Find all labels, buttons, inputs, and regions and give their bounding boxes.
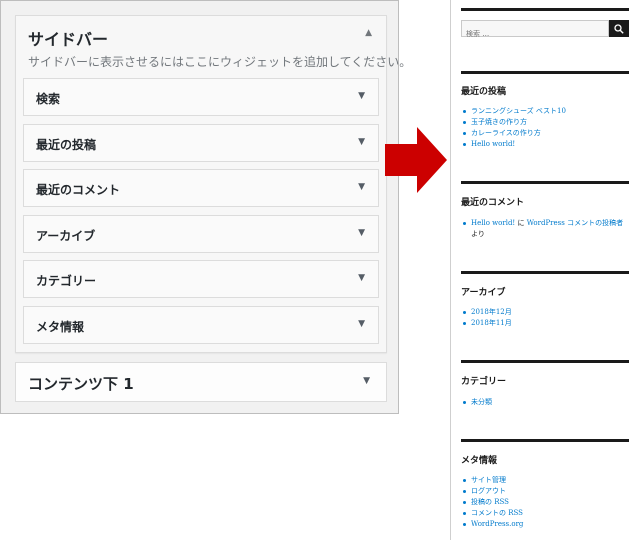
meta-list: サイト管理 ログアウト 投稿の RSS コメントの RSS WordPress.…	[461, 475, 633, 530]
expand-down-icon[interactable]: ▼	[358, 273, 365, 283]
widget-title: 最近の投稿	[36, 138, 97, 152]
list-item[interactable]: WordPress.org	[461, 519, 633, 530]
search-button[interactable]	[609, 20, 629, 37]
widget-title: メタ情報	[36, 320, 85, 334]
list-item: Hello world! に WordPress コメントの投稿者 より	[461, 218, 629, 240]
meta-title: メタ情報	[461, 456, 498, 466]
widget-categories[interactable]: カテゴリー ▼	[23, 260, 379, 298]
widget-recent-comments[interactable]: 最近のコメント ▼	[23, 169, 379, 207]
post-link[interactable]: Hello world!	[471, 140, 515, 148]
post-link[interactable]: ランニングシューズ ベスト10	[471, 107, 566, 115]
widget-title: 検索	[36, 92, 61, 106]
recent-posts-title: 最近の投稿	[461, 87, 507, 97]
widget-recent-posts[interactable]: 最近の投稿 ▼	[23, 124, 379, 162]
meta-link[interactable]: WordPress.org	[471, 520, 523, 528]
categories-title: カテゴリー	[461, 377, 507, 387]
collapse-up-icon[interactable]: ▲	[365, 28, 372, 38]
categories-list: 未分類	[461, 397, 633, 408]
meta-link[interactable]: ログアウト	[471, 487, 506, 495]
comment-post-link[interactable]: Hello world!	[471, 219, 515, 227]
widget-meta[interactable]: メタ情報 ▼	[23, 306, 379, 344]
widget-title: カテゴリー	[36, 274, 97, 288]
widget-title: 最近のコメント	[36, 183, 121, 197]
comment-connector: に	[515, 219, 527, 227]
post-link[interactable]: カレーライスの作り方	[471, 129, 541, 137]
list-item[interactable]: 2018年12月	[461, 307, 633, 318]
list-item[interactable]: 2018年11月	[461, 318, 633, 329]
comment-author-link[interactable]: WordPress コメントの投稿者	[527, 219, 623, 227]
expand-down-icon[interactable]: ▼	[358, 91, 365, 101]
sidebar-area-title[interactable]: サイドバー	[28, 26, 108, 50]
section-divider	[461, 271, 629, 274]
category-link[interactable]: 未分類	[471, 398, 492, 406]
recent-comments-title: 最近のコメント	[461, 198, 525, 208]
search-input[interactable]	[462, 26, 602, 42]
widget-title: アーカイブ	[36, 229, 96, 243]
comment-suffix: より	[471, 230, 485, 238]
sidebar-area-description: サイドバーに表示させるにはここにウィジェットを追加してください。	[28, 55, 412, 69]
list-item[interactable]: Hello world!	[461, 139, 633, 150]
archives-list: 2018年12月 2018年11月	[461, 307, 633, 329]
section-divider	[461, 8, 629, 11]
recent-comments-list: Hello world! に WordPress コメントの投稿者 より	[461, 218, 629, 240]
post-link[interactable]: 玉子焼きの作り方	[471, 118, 527, 126]
meta-link[interactable]: 投稿の RSS	[471, 498, 509, 506]
archive-link[interactable]: 2018年12月	[471, 308, 512, 316]
section-divider	[461, 71, 629, 74]
recent-posts-list: ランニングシューズ ベスト10 玉子焼きの作り方 カレーライスの作り方 Hell…	[461, 106, 633, 150]
content-below-widget-area[interactable]: コンテンツ下 1 ▼	[15, 362, 387, 402]
expand-down-icon[interactable]: ▼	[358, 228, 365, 238]
content-below-area-title: コンテンツ下 1	[28, 375, 134, 393]
archives-title: アーカイブ	[461, 288, 506, 298]
list-item[interactable]: カレーライスの作り方	[461, 128, 633, 139]
list-item[interactable]: 未分類	[461, 397, 633, 408]
list-item[interactable]: サイト管理	[461, 475, 633, 486]
expand-down-icon[interactable]: ▼	[358, 182, 365, 192]
list-item[interactable]: 玉子焼きの作り方	[461, 117, 633, 128]
list-item[interactable]: 投稿の RSS	[461, 497, 633, 508]
section-divider	[461, 181, 629, 184]
search-field[interactable]	[461, 20, 609, 42]
widget-search[interactable]: 検索 ▼	[23, 78, 379, 116]
meta-link[interactable]: コメントの RSS	[471, 509, 523, 517]
section-divider	[461, 360, 629, 363]
list-item[interactable]: コメントの RSS	[461, 508, 633, 519]
sidebar-widget-area: サイドバー ▲ サイドバーに表示させるにはここにウィジェットを追加してください。…	[15, 15, 411, 353]
search-icon	[614, 24, 624, 34]
sidebar-preview: 最近の投稿 ランニングシューズ ベスト10 玉子焼きの作り方 カレーライスの作り…	[450, 0, 640, 540]
meta-link[interactable]: サイト管理	[471, 476, 506, 484]
list-item[interactable]: ログアウト	[461, 486, 633, 497]
expand-down-icon[interactable]: ▼	[363, 376, 370, 386]
arrow-right-icon	[385, 127, 447, 193]
widget-archives[interactable]: アーカイブ ▼	[23, 215, 379, 253]
expand-down-icon[interactable]: ▼	[358, 137, 365, 147]
archive-link[interactable]: 2018年11月	[471, 319, 512, 327]
list-item[interactable]: ランニングシューズ ベスト10	[461, 106, 633, 117]
section-divider	[461, 439, 629, 442]
widget-admin-panel: サイドバー ▲ サイドバーに表示させるにはここにウィジェットを追加してください。…	[0, 0, 411, 414]
expand-down-icon[interactable]: ▼	[358, 319, 365, 329]
